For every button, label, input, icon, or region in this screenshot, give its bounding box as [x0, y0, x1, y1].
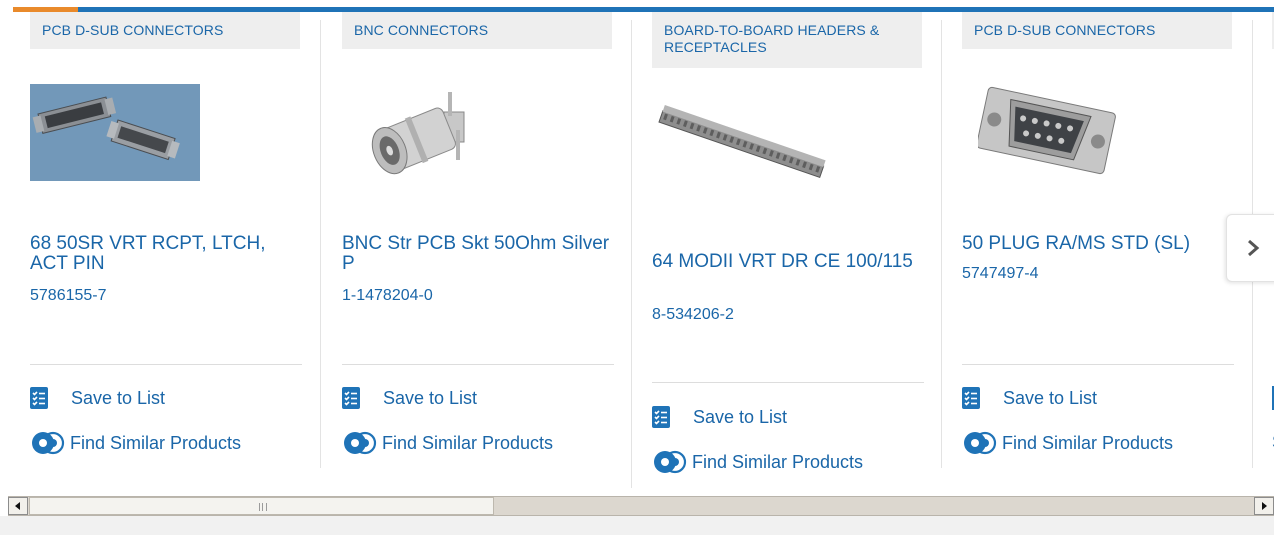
- card-separator: [631, 20, 632, 488]
- product-title-link[interactable]: 50 PLUG RA/MS STD (SL): [962, 234, 1232, 254]
- product-image[interactable]: [30, 84, 200, 181]
- product-image[interactable]: [976, 86, 1120, 186]
- card-separator: [320, 20, 321, 468]
- checklist-icon: [962, 387, 980, 409]
- product-category[interactable]: BOARD-TO-BOARD HEADERS & RECEPTACLES: [652, 12, 922, 68]
- product-card: PCB D-SUB CONNECTORS 68 50SR VRT RCPT, L…: [30, 12, 302, 482]
- part-number-link[interactable]: 5747497-4: [962, 265, 1039, 283]
- similar-products-icon: [652, 449, 688, 475]
- similar-products-icon: [30, 430, 66, 456]
- scroll-right-button[interactable]: [1254, 497, 1274, 515]
- save-to-list-button[interactable]: Save to List: [342, 385, 477, 411]
- save-to-list-button[interactable]: Save to List: [652, 404, 787, 430]
- part-number-link[interactable]: 1-1478204-0: [342, 287, 433, 305]
- similar-label: Find Similar Products: [382, 432, 554, 453]
- caret-left-icon: [15, 502, 20, 510]
- save-to-list-button[interactable]: Save to List: [30, 385, 165, 411]
- product-title-link[interactable]: BNC Str PCB Skt 50Ohm Silver P: [342, 234, 612, 274]
- scroll-left-button[interactable]: [8, 497, 28, 515]
- similar-label: Find Similar Products: [70, 432, 242, 453]
- product-title-link[interactable]: 68 50SR VRT RCPT, LTCH, ACT PIN: [30, 234, 300, 274]
- product-image[interactable]: [356, 82, 486, 192]
- product-category[interactable]: PCB D-SUB CONNECTORS: [30, 12, 300, 49]
- part-number-link[interactable]: 8-534206-2: [652, 306, 734, 324]
- save-label: Save to List: [693, 406, 788, 427]
- card-divider: [342, 364, 614, 365]
- similar-label: Find Similar Products: [1002, 432, 1174, 453]
- card-divider: [652, 382, 924, 383]
- similar-products-icon: [342, 430, 378, 456]
- carousel-next-button[interactable]: [1226, 214, 1274, 282]
- product-image[interactable]: [656, 100, 826, 190]
- similar-label: Find Similar Products: [692, 451, 864, 472]
- similar-products-icon: [962, 430, 998, 456]
- product-card: PCB D-SUB CONNECTORS 50 PLUG RA/MS STD (…: [962, 12, 1234, 482]
- top-accent-bar: [0, 0, 1274, 12]
- checklist-icon: [652, 406, 670, 428]
- save-label: Save to List: [71, 387, 166, 408]
- product-category[interactable]: PCB D-SUB CONNECTORS: [962, 12, 1232, 49]
- checklist-icon: [30, 387, 48, 409]
- product-category[interactable]: BNC CONNECTORS: [342, 12, 612, 49]
- find-similar-button[interactable]: Find Similar Products: [652, 449, 863, 475]
- save-label: Save to List: [1003, 387, 1098, 408]
- page-footer-area: [0, 516, 1274, 535]
- find-similar-button[interactable]: Find Similar Products: [962, 430, 1173, 456]
- save-to-list-button[interactable]: Save to List: [962, 385, 1097, 411]
- checklist-icon: [342, 387, 360, 409]
- find-similar-button[interactable]: Find Similar Products: [30, 430, 241, 456]
- scroll-grip-icon: [259, 503, 267, 511]
- save-label: Save to List: [383, 387, 478, 408]
- product-card: BOARD-TO-BOARD HEADERS & RECEPTACLES 64 …: [652, 12, 924, 482]
- caret-right-icon: [1262, 502, 1267, 510]
- card-divider: [30, 364, 302, 365]
- product-title-link[interactable]: 64 MODII VRT DR CE 100/115: [652, 252, 922, 272]
- scrollbar-thumb[interactable]: [29, 497, 494, 515]
- product-carousel: PCB D-SUB CONNECTORS 68 50SR VRT RCPT, L…: [0, 12, 1274, 492]
- horizontal-scrollbar[interactable]: [8, 496, 1274, 516]
- chevron-right-icon: [1248, 239, 1260, 257]
- part-number-link[interactable]: 5786155-7: [30, 287, 107, 305]
- card-separator: [941, 20, 942, 468]
- product-card: BNC CONNECTORS BNC Str PCB Skt 50Ohm Sil…: [342, 12, 614, 482]
- find-similar-button[interactable]: Find Similar Products: [342, 430, 553, 456]
- card-divider: [962, 364, 1234, 365]
